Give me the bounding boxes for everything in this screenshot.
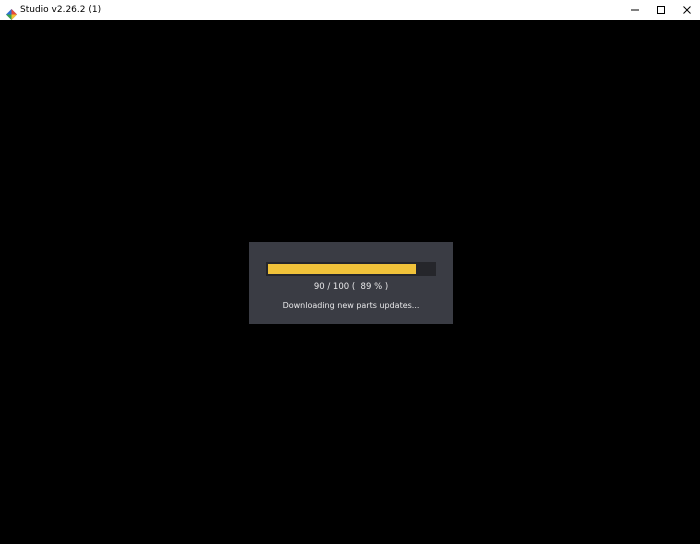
- loading-status-text: Downloading new parts updates...: [282, 301, 420, 310]
- maximize-button[interactable]: [648, 0, 674, 20]
- close-icon: [683, 6, 691, 14]
- app-window: Studio v2.26.2 (1) 90 / 100 (89 %) Dow…: [0, 0, 700, 544]
- minimize-button[interactable]: [622, 0, 648, 20]
- maximize-icon: [657, 6, 665, 14]
- progress-count-text: 90 / 100 ( 89 % ): [313, 282, 389, 292]
- minimize-icon: [631, 9, 639, 11]
- studio-app-icon: [6, 5, 17, 20]
- main-content: 90 / 100 ( 89 % ) Downloading new parts …: [0, 20, 700, 544]
- close-button[interactable]: [674, 0, 700, 20]
- window-controls: [622, 0, 700, 20]
- title-bar[interactable]: Studio v2.26.2 (1): [0, 0, 700, 20]
- progress-bar-fill: [268, 264, 416, 274]
- progress-bar: [266, 262, 436, 276]
- window-title: Studio v2.26.2 (1): [20, 5, 102, 15]
- loading-dialog: 90 / 100 ( 89 % ) Downloading new parts …: [249, 242, 453, 324]
